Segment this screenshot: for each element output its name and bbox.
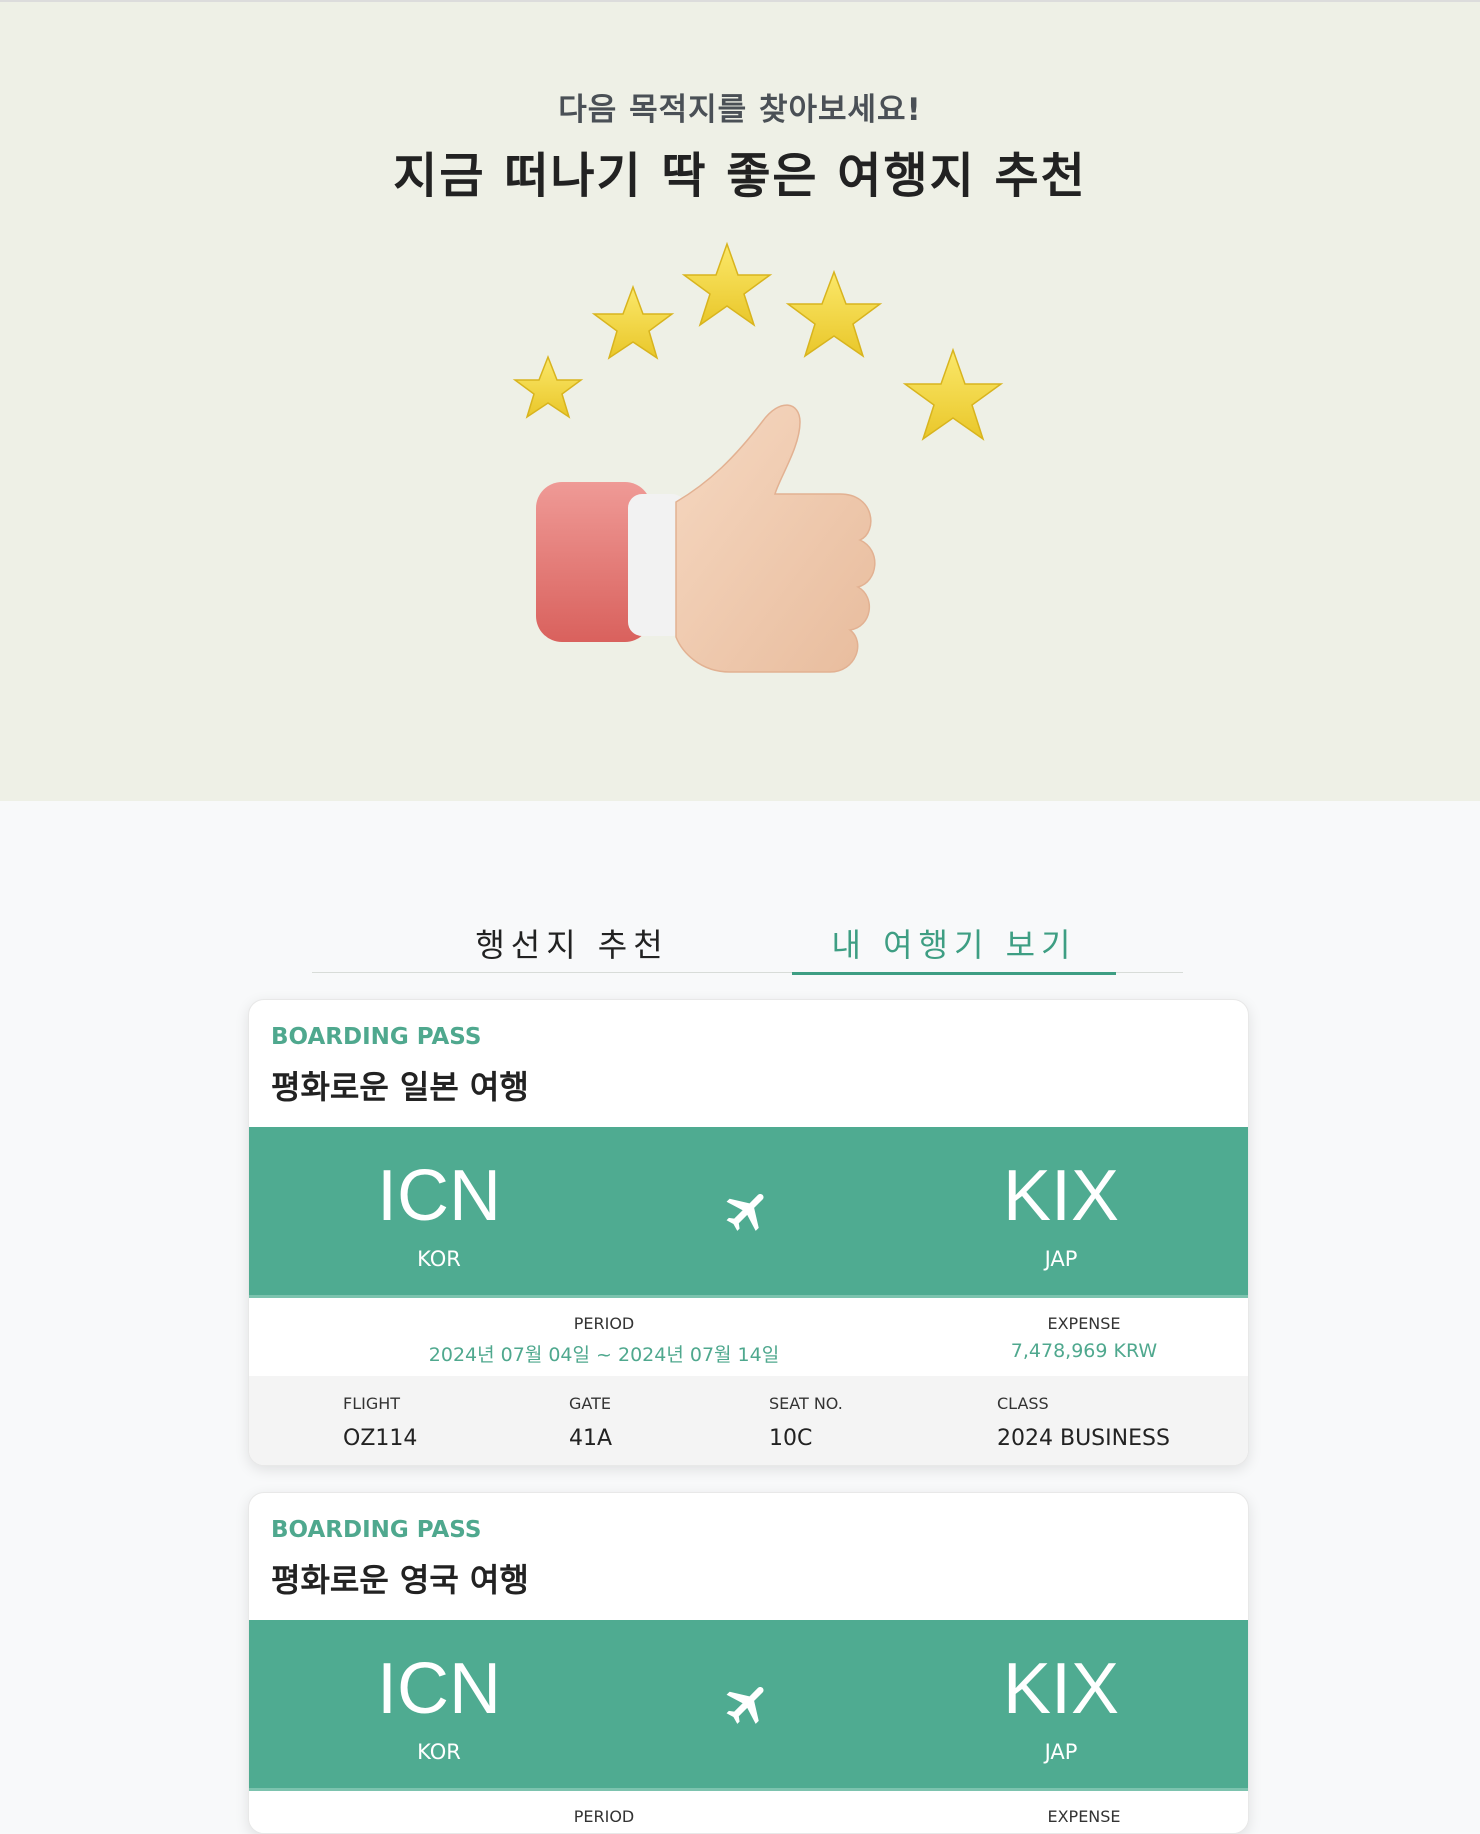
- destination-code: KIX: [1002, 1156, 1120, 1236]
- seat-value: 10C: [769, 1426, 813, 1451]
- gate-value: 41A: [569, 1426, 613, 1451]
- period-value: 2024년 07월 04일 ~ 2024년 07월 14일: [428, 1344, 780, 1366]
- period-label: PERIOD: [573, 1807, 635, 1826]
- tab-bar: 행선지 추천 내 여행기 보기: [312, 900, 1183, 975]
- destination-country: JAP: [1044, 1740, 1078, 1764]
- boarding-pass-label: BOARDING PASS: [271, 1517, 482, 1543]
- destination-code: KIX: [1002, 1649, 1120, 1729]
- gate-label: GATE: [569, 1394, 611, 1413]
- origin-code: ICN: [377, 1649, 501, 1729]
- boarding-pass-label: BOARDING PASS: [271, 1024, 482, 1050]
- origin-code: ICN: [377, 1156, 501, 1236]
- trip-info: PERIOD EXPENSE: [249, 1791, 1248, 1833]
- expense-label: EXPENSE: [1047, 1314, 1121, 1333]
- period-label: PERIOD: [573, 1314, 635, 1333]
- star-icon: [512, 241, 1004, 441]
- destination-country: JAP: [1044, 1247, 1078, 1271]
- airplane-icon: [726, 1686, 764, 1724]
- tab-destination-recommend[interactable]: 행선지 추천: [372, 920, 772, 966]
- boarding-pass-card[interactable]: BOARDING PASS 평화로운 일본 여행 ICN KOR KIX JAP…: [248, 999, 1249, 1466]
- hero-subtitle: 다음 목적지를 찾아보세요!: [558, 92, 922, 128]
- trip-title: 평화로운 영국 여행: [271, 1561, 529, 1599]
- flight-details: FLIGHT OZ114 GATE 41A SEAT NO. 10C CLASS…: [249, 1376, 1248, 1465]
- route-banner: ICN KOR KIX JAP: [249, 1127, 1248, 1298]
- expense-label: EXPENSE: [1047, 1807, 1121, 1826]
- airplane-icon: [726, 1193, 764, 1231]
- expense-value: 7,478,969 KRW: [1010, 1340, 1158, 1362]
- origin-country: KOR: [417, 1247, 461, 1271]
- seat-label: SEAT NO.: [769, 1394, 843, 1413]
- hero-section: 다음 목적지를 찾아보세요! 지금 떠나기 딱 좋은 여행지 추천: [0, 0, 1480, 801]
- flight-value: OZ114: [343, 1426, 418, 1451]
- origin-country: KOR: [417, 1740, 461, 1764]
- boarding-pass-card[interactable]: BOARDING PASS 평화로운 영국 여행 ICN KOR KIX JAP…: [248, 1492, 1249, 1834]
- class-value: 2024 BUSINESS: [997, 1426, 1170, 1451]
- tab-my-travelogue[interactable]: 내 여행기 보기: [792, 920, 1116, 975]
- hero-title: 지금 떠나기 딱 좋은 여행지 추천: [393, 148, 1087, 204]
- trip-title: 평화로운 일본 여행: [271, 1068, 529, 1106]
- route-banner: ICN KOR KIX JAP: [249, 1620, 1248, 1791]
- trip-info: PERIOD 2024년 07월 04일 ~ 2024년 07월 14일 EXP…: [249, 1298, 1248, 1376]
- thumbs-up-stars-illustration: [512, 241, 1004, 673]
- flight-label: FLIGHT: [343, 1394, 401, 1413]
- class-label: CLASS: [997, 1394, 1049, 1413]
